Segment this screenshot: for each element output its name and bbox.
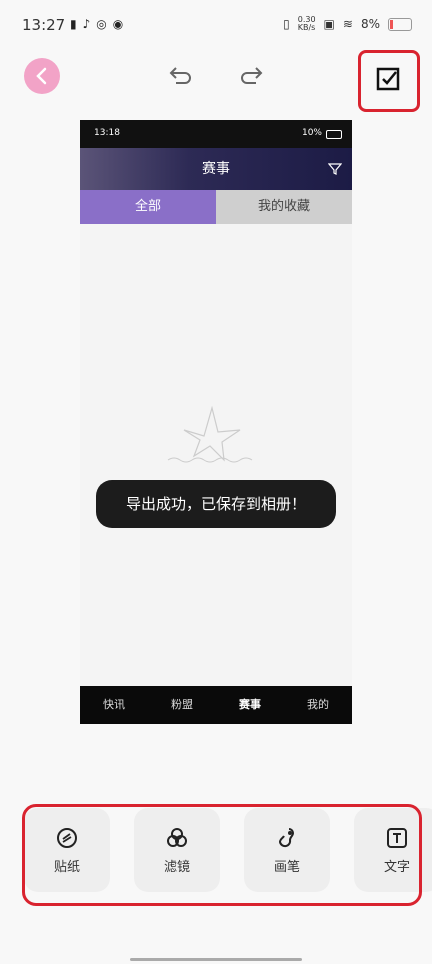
preview-bottom-nav: 快讯 粉盟 赛事 我的 [80,686,352,724]
weibo-icon: ◉ [112,17,124,31]
nav-events: 赛事 [239,698,261,711]
undo-button[interactable] [166,62,194,90]
tools-highlight [22,804,422,906]
checkbox-check-icon [376,67,400,91]
battery-icon [388,17,412,31]
screenshot-preview: 13:18 10% 赛事 全部 我的收藏 快讯 粉盟 赛事 我的 [80,120,352,724]
preview-status-time: 13:18 [94,128,120,138]
tab-all: 全部 [80,190,216,224]
status-notification-icons: ▮ ♪ ◎ ◉ [70,17,123,31]
empty-star-illustration [167,405,253,463]
preview-status-bar: 13:18 10% [80,120,352,148]
preview-tabs: 全部 我的收藏 [80,190,352,224]
vibrate-icon: ▯ [283,17,290,31]
preview-header: 赛事 [80,148,352,190]
preview-battery-icon [326,130,342,139]
preview-title: 赛事 [202,161,230,177]
nav-mine: 我的 [307,698,329,711]
filter-funnel-icon [328,163,342,175]
home-indicator [130,958,302,961]
undo-icon [169,67,191,84]
chevron-left-icon [36,67,47,85]
nav-fans: 粉盟 [171,698,193,711]
tab-favorites: 我的收藏 [216,190,352,224]
status-bar: 13:27 ▮ ♪ ◎ ◉ ▯ 0.30 KB/s ▣ ≋ 8% [0,0,432,50]
tiktok-icon: ♪ [82,17,91,31]
preview-status-battery: 10% [301,128,322,138]
toast-message: 导出成功，已保存到相册！ [96,480,336,528]
net-speed: 0.30 KB/s [297,15,316,32]
status-right: ▯ 0.30 KB/s ▣ ≋ 8% [283,16,412,32]
sim-icon: ▮ [70,17,77,31]
battery-text: 8% [360,17,380,31]
nav-news: 快讯 [103,698,125,711]
app-icon: ◎ [96,17,107,31]
status-time: 13:27 [22,16,66,34]
back-button[interactable] [24,58,60,94]
redo-icon [241,67,263,84]
redo-button[interactable] [238,62,266,90]
sim-card-icon: ▣ [323,17,335,31]
wifi-icon: ≋ [342,17,353,31]
confirm-button[interactable] [374,65,402,93]
